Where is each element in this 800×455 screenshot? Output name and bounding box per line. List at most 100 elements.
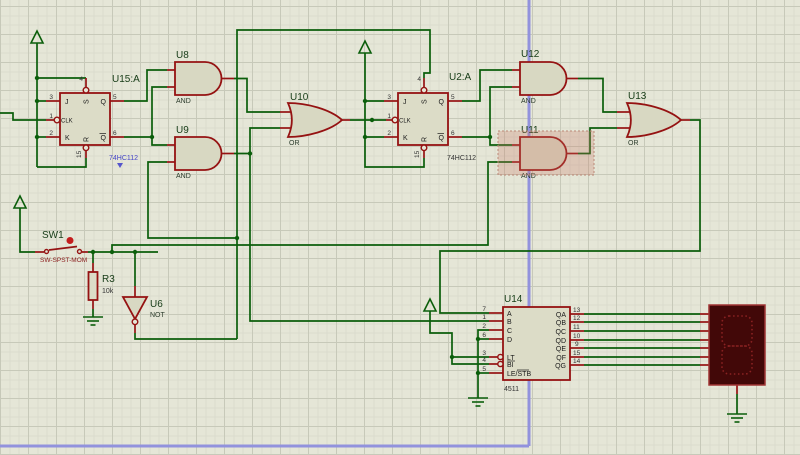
origin-marker [117, 163, 123, 168]
svg-text:10: 10 [573, 333, 581, 340]
part-ref: R3 [102, 274, 115, 285]
power-terminal[interactable] [359, 41, 371, 53]
part-ref: U12 [521, 49, 540, 60]
part-ref: U8 [176, 50, 189, 61]
ground-terminal[interactable] [468, 398, 488, 406]
svg-text:15: 15 [573, 350, 581, 357]
part-ref: U15:A [112, 74, 140, 85]
svg-text:Q: Q [439, 135, 445, 142]
schematic-canvas[interactable]: U15:A 74HC112 3 1 2 5 6 4 15 J CLK K Q Q… [0, 0, 800, 455]
component-7segment-display[interactable] [700, 305, 765, 394]
gate-type: NOT [150, 312, 166, 319]
svg-text:6: 6 [451, 130, 455, 137]
ground-terminal[interactable] [83, 317, 103, 325]
svg-text:K: K [403, 135, 408, 142]
svg-text:QA: QA [556, 312, 566, 319]
wire[interactable] [152, 137, 167, 145]
component-sw1-switch[interactable]: SW1 SW-SPST-MOM [35, 230, 88, 264]
svg-text:A: A [507, 311, 512, 318]
svg-text:5: 5 [113, 94, 117, 101]
part-ref: SW1 [42, 230, 64, 241]
power-terminal[interactable] [14, 196, 26, 208]
wire[interactable] [234, 79, 280, 113]
part-ref: U9 [176, 125, 189, 136]
part-value: 10k [102, 288, 114, 295]
svg-text:9: 9 [575, 341, 579, 348]
part-value: 74HC112 [109, 155, 138, 162]
svg-text:CLK: CLK [61, 119, 73, 125]
svg-text:1: 1 [482, 314, 486, 321]
wire[interactable] [135, 333, 237, 339]
svg-text:7: 7 [482, 306, 486, 313]
svg-text:CLK: CLK [399, 119, 411, 125]
svg-text:C: C [507, 328, 512, 335]
wire[interactable] [578, 79, 617, 113]
svg-text:D: D [507, 337, 512, 344]
gate-type: AND [176, 173, 191, 180]
svg-text:Q: Q [101, 99, 107, 106]
wire[interactable] [148, 162, 237, 238]
power-terminal[interactable] [424, 299, 436, 311]
wire[interactable] [0, 113, 46, 120]
svg-text:R: R [422, 137, 429, 142]
gate-type: OR [628, 140, 639, 147]
wire[interactable] [250, 154, 489, 322]
component-u15-flipflop[interactable]: U15:A 74HC112 3 1 2 5 6 4 15 J CLK K Q Q… [46, 74, 140, 168]
ground-terminals [83, 317, 747, 422]
component-u2-flipflop[interactable]: U2:A 74HC112 3 1 2 5 6 4 15 J CLK K Q Q … [384, 72, 476, 162]
power-terminals [14, 31, 436, 311]
wire[interactable] [430, 311, 489, 364]
switch-actuator[interactable] [67, 237, 74, 244]
svg-text:K: K [65, 135, 70, 142]
component-u13-or-gate[interactable]: U13 OR [617, 91, 690, 147]
svg-text:R: R [84, 137, 91, 142]
svg-text:3: 3 [387, 94, 391, 101]
svg-text:6: 6 [113, 130, 117, 137]
selection-highlight [498, 131, 594, 175]
gate-type: AND [176, 98, 191, 105]
svg-text:Q: Q [439, 99, 445, 106]
part-ref: U10 [290, 92, 309, 103]
wire[interactable] [462, 87, 512, 137]
component-r3-resistor[interactable]: R3 10k [89, 263, 116, 309]
power-terminal[interactable] [31, 31, 43, 43]
part-value: SW-SPST-MOM [40, 257, 87, 264]
wire[interactable] [237, 30, 430, 339]
component-u14-decoder[interactable]: U14 4511 7 1 2 6 3 4 5 A B C D LT BI LE/… [482, 294, 584, 393]
svg-text:B: B [507, 319, 512, 326]
gate-type: AND [521, 98, 536, 105]
svg-text:QD: QD [556, 338, 567, 345]
svg-text:J: J [65, 99, 69, 106]
svg-text:2: 2 [482, 323, 486, 330]
svg-text:LE/STB: LE/STB [507, 371, 531, 378]
svg-text:11: 11 [573, 324, 580, 331]
svg-text:5: 5 [482, 366, 486, 373]
sheet-border [0, 0, 529, 446]
part-ref: U6 [150, 299, 163, 310]
part-value: 4511 [504, 386, 519, 393]
svg-text:2: 2 [387, 130, 391, 137]
part-ref: U14 [504, 294, 523, 305]
component-u11-and-gate[interactable]: U11 AND [498, 125, 594, 180]
svg-text:15: 15 [76, 150, 83, 158]
svg-text:BI: BI [507, 362, 514, 369]
ground-terminal[interactable] [727, 414, 747, 422]
svg-text:12: 12 [573, 315, 581, 322]
svg-text:QB: QB [556, 320, 566, 327]
component-u10-or-gate[interactable]: U10 OR [280, 92, 350, 147]
component-u12-and-gate[interactable]: U12 AND [512, 49, 578, 105]
wire[interactable] [20, 208, 35, 252]
svg-text:Q: Q [101, 135, 107, 142]
wire[interactable] [37, 158, 86, 167]
svg-text:1: 1 [387, 113, 391, 120]
wire[interactable] [234, 128, 280, 154]
svg-text:5: 5 [451, 94, 455, 101]
svg-text:4: 4 [417, 76, 421, 83]
wire[interactable] [124, 87, 167, 137]
component-u9-and-gate[interactable]: U9 AND [167, 125, 234, 180]
component-u6-not-gate[interactable]: U6 NOT [123, 286, 166, 333]
svg-text:S: S [422, 99, 429, 104]
svg-text:J: J [403, 99, 407, 106]
component-u8-and-gate[interactable]: U8 AND [167, 50, 234, 105]
svg-text:1: 1 [49, 113, 53, 120]
